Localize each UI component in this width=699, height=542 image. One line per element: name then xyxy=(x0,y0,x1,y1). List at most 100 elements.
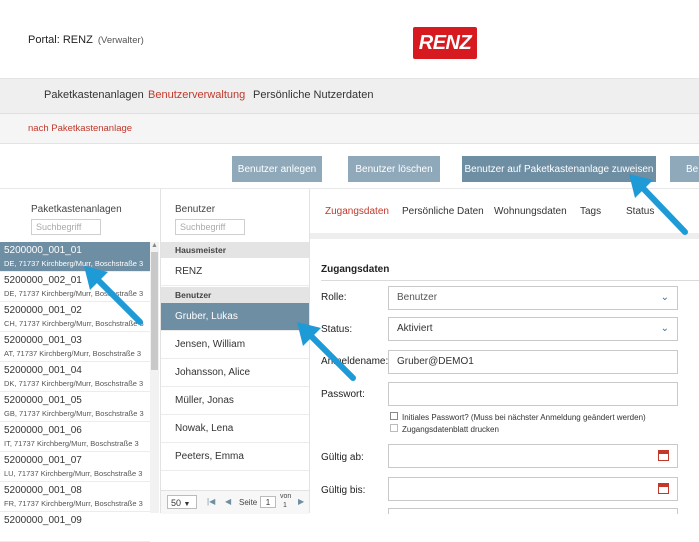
user-list-item[interactable]: Peeters, Emma xyxy=(161,443,309,471)
user-list-item[interactable]: Gruber, Lukas xyxy=(161,303,309,331)
login-value: Gruber@DEMO1 xyxy=(397,356,474,367)
calendar-icon[interactable] xyxy=(658,483,669,494)
assign-user-button[interactable]: Benutzer auf Paketkastenanlage zuweisen xyxy=(462,156,656,182)
portal-name: RENZ xyxy=(62,34,93,46)
logo-text: RENZ xyxy=(418,31,472,54)
anlage-list-item[interactable]: 5200000_001_04 DK, 71737 Kirchberg/Murr, … xyxy=(0,362,150,392)
scroll-up-icon[interactable]: ▲ xyxy=(151,242,158,249)
login-input[interactable]: Gruber@DEMO1 xyxy=(388,350,678,374)
of-label: von xyxy=(280,493,292,500)
page-label: Seite xyxy=(239,498,258,507)
anlage-address: IT, 71737 Kirchberg/Murr, Boschstraße 3 xyxy=(4,439,139,448)
anlage-list-item[interactable]: 5200000_001_03 AT, 71737 Kirchberg/Murr, … xyxy=(0,332,150,362)
users-search-input[interactable]: Suchbegriff xyxy=(175,219,245,235)
anlage-id: 5200000_001_02 xyxy=(4,305,82,316)
chevron-down-icon: ⌄ xyxy=(660,323,669,334)
anlage-list-item[interactable]: 5200000_001_09 xyxy=(0,512,150,542)
valid-to-label: Gültig bis: xyxy=(321,485,366,496)
anlage-list-item[interactable]: 5200000_001_01 DE, 71737 Kirchberg/Murr, … xyxy=(0,242,150,272)
main-nav: Paketkastenanlagen Benutzerverwaltung Pe… xyxy=(0,79,699,114)
first-page-icon[interactable]: |◀ xyxy=(207,497,215,506)
anlage-address: GB, 71737 Kirchberg/Murr, Boschstraße 3 xyxy=(4,409,144,418)
tab-zugangsdaten[interactable]: Zugangsdaten xyxy=(325,206,389,217)
anlage-id: 5200000_001_04 xyxy=(4,365,82,376)
role-label: Rolle: xyxy=(321,292,347,303)
renz-logo[interactable]: RENZ xyxy=(413,27,477,59)
status-select[interactable]: Aktiviert ⌄ xyxy=(388,317,678,341)
anlage-address: DE, 71737 Kirchberg/Murr, Boschstraße 3 xyxy=(4,289,144,298)
chevron-down-icon: ⌄ xyxy=(660,292,669,303)
anlage-list-item[interactable]: 5200000_001_07 LU, 71737 Kirchberg/Murr, … xyxy=(0,452,150,482)
anlagen-scrollbar[interactable]: ▲ xyxy=(150,242,159,513)
section-title: Zugangsdaten xyxy=(321,264,390,275)
tab-divider xyxy=(310,233,699,239)
password-label: Passwort: xyxy=(321,389,365,400)
user-list-item[interactable]: Jensen, William xyxy=(161,331,309,359)
chevron-down-icon: ▼ xyxy=(183,501,191,508)
anlage-list-item[interactable]: 5200000_001_06 IT, 71737 Kirchberg/Murr, … xyxy=(0,422,150,452)
anlage-address: LU, 71737 Kirchberg/Murr, Boschstraße 3 xyxy=(4,469,143,478)
status-value: Aktiviert xyxy=(397,323,433,334)
print-credentials-checkbox[interactable] xyxy=(390,424,398,432)
next-input[interactable] xyxy=(388,508,678,514)
page-size-select[interactable]: 50 ▼ xyxy=(167,495,197,509)
anlage-list-item[interactable]: 5200000_001_08 FR, 71737 Kirchberg/Murr, … xyxy=(0,482,150,512)
page-input[interactable]: 1 xyxy=(260,496,276,508)
anlage-address: FR, 71737 Kirchberg/Murr, Boschstraße 3 xyxy=(4,499,143,508)
nav-tab-paketkastenanlagen[interactable]: Paketkastenanlagen xyxy=(44,89,144,101)
anlage-list-item[interactable]: 5200000_002_01 DE, 71737 Kirchberg/Murr, … xyxy=(0,272,150,302)
role-value: Benutzer xyxy=(397,292,438,303)
calendar-icon[interactable] xyxy=(658,450,669,461)
anlage-id: 5200000_001_06 xyxy=(4,425,82,436)
users-header: Benutzer xyxy=(175,204,216,215)
portal-role: (Verwalter) xyxy=(97,35,144,46)
anlage-list-item[interactable]: 5200000_001_05 GB, 71737 Kirchberg/Murr, … xyxy=(0,392,150,422)
valid-from-label: Gültig ab: xyxy=(321,452,364,463)
anlage-id: 5200000_001_08 xyxy=(4,485,82,496)
initial-password-label: Initiales Passwort? (Muss bei nächster A… xyxy=(402,413,646,422)
total-pages: 1 xyxy=(283,502,287,509)
anlagen-header: Paketkastenanlagen xyxy=(31,204,122,215)
anlage-id: 5200000_001_03 xyxy=(4,335,82,346)
top-bar: Portal: RENZ (Verwalter) RENZ xyxy=(0,0,699,79)
scrollbar-thumb[interactable] xyxy=(151,252,158,370)
initial-password-checkbox[interactable] xyxy=(390,412,398,420)
nav-tab-benutzerverwaltung[interactable]: Benutzerverwaltung xyxy=(148,89,245,101)
role-select[interactable]: Benutzer ⌄ xyxy=(388,286,678,310)
anlage-id: 5200000_001_07 xyxy=(4,455,82,466)
status-label: Status: xyxy=(321,324,353,335)
nav-tab-persoenliche-nutzerdaten[interactable]: Persönliche Nutzerdaten xyxy=(253,89,373,101)
print-credentials-label: Zugangsdatenblatt drucken xyxy=(402,425,499,434)
user-list-item[interactable]: Johansson, Alice xyxy=(161,359,309,387)
anlage-address: DK, 71737 Kirchberg/Murr, Boschstraße 3 xyxy=(4,379,144,388)
tab-status[interactable]: Status xyxy=(626,206,654,217)
user-list-item[interactable]: Nowak, Lena xyxy=(161,415,309,443)
tab-wohnungsdaten[interactable]: Wohnungsdaten xyxy=(494,206,567,217)
anlage-address: DE, 71737 Kirchberg/Murr, Boschstraße 3 xyxy=(4,259,144,268)
create-user-button[interactable]: Benutzer anlegen xyxy=(232,156,322,182)
page-size-value: 50 xyxy=(171,498,182,508)
anlage-id: 5200000_001_09 xyxy=(4,515,82,526)
more-action-button[interactable]: Be xyxy=(670,156,699,182)
subnav-link-nach-paketkastenanlage[interactable]: nach Paketkastenanlage xyxy=(28,123,132,134)
users-pager: 50 ▼ |◀ ◀ Seite 1 von 1 ▶ xyxy=(161,490,309,514)
anlage-id: 5200000_001_01 xyxy=(4,245,82,256)
action-bar: Benutzer anlegen Benutzer löschen Benutz… xyxy=(0,144,699,189)
user-list-item[interactable]: RENZ xyxy=(161,258,309,286)
valid-from-input[interactable] xyxy=(388,444,678,468)
tab-persoenliche-daten[interactable]: Persönliche Daten xyxy=(402,206,484,217)
anlage-address: AT, 71737 Kirchberg/Murr, Boschstraße 3 xyxy=(4,349,142,358)
prev-page-icon[interactable]: ◀ xyxy=(225,497,231,506)
password-input[interactable] xyxy=(388,382,678,406)
details-tabs: Zugangsdaten Persönliche Daten Wohnungsd… xyxy=(310,189,699,234)
user-list-item[interactable]: Müller, Jonas xyxy=(161,387,309,415)
anlagen-search-input[interactable]: Suchbegriff xyxy=(31,219,101,235)
sub-nav: nach Paketkastenanlage xyxy=(0,114,699,144)
anlage-list-item[interactable]: 5200000_001_02 CH, 71737 Kirchberg/Murr, … xyxy=(0,302,150,332)
portal-info: Portal: RENZ (Verwalter) xyxy=(28,34,144,46)
login-label: Anmeldename: xyxy=(321,356,389,367)
delete-user-button[interactable]: Benutzer löschen xyxy=(348,156,440,182)
tab-tags[interactable]: Tags xyxy=(580,206,601,217)
next-page-icon[interactable]: ▶ xyxy=(298,497,304,506)
valid-to-input[interactable] xyxy=(388,477,678,501)
